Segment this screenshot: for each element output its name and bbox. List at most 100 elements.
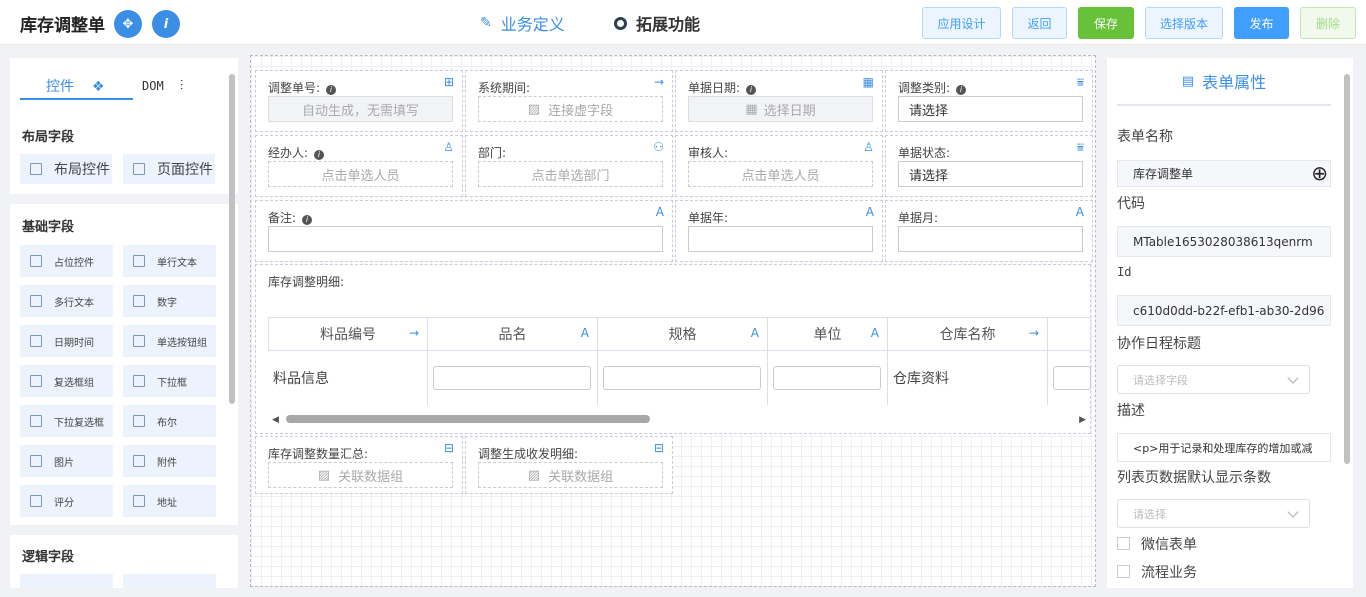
page-size-select[interactable]: 请选择 — [1117, 499, 1310, 528]
info-icon[interactable]: i — [746, 85, 757, 95]
tab-dom[interactable]: DOM ⫶ — [142, 66, 183, 100]
basic-control-item[interactable]: 图片 — [20, 445, 113, 477]
description-input[interactable]: <p>用于记录和处理库存的增加或减 — [1117, 433, 1331, 462]
column-header[interactable]: 料品编号 → — [268, 317, 428, 351]
cell-input[interactable] — [433, 366, 591, 390]
text-icon: A — [865, 205, 874, 219]
column-header[interactable]: 规格 A — [597, 317, 768, 351]
info-icon[interactable]: i — [302, 215, 313, 225]
form-field[interactable]: 单据日期: i ▦ ▦ 选择日期 — [675, 70, 883, 132]
form-field[interactable]: 系统期间: → ▨ 连接虚字段 — [465, 70, 673, 132]
chevron-down-icon — [1287, 506, 1299, 518]
nav-business-definition[interactable]: ✎ 业务定义 — [480, 11, 565, 35]
code-input[interactable]: MTable1653028038613qenrm — [1117, 226, 1331, 257]
select-version-button[interactable]: 选择版本 — [1145, 7, 1223, 39]
logic-item[interactable] — [20, 574, 113, 588]
field-input[interactable]: 请选择 — [898, 161, 1083, 187]
layout-control-item[interactable]: 布局控件 — [20, 154, 112, 184]
basic-control-item[interactable]: 下拉框 — [123, 365, 216, 397]
text-line-icon — [133, 255, 145, 267]
scroll-left-arrow-icon[interactable]: ◀ — [272, 415, 279, 425]
app-design-button[interactable]: 应用设计 — [922, 7, 1001, 39]
properties-panel: ▤ 表单属性 表单名称 库存调整单 ⊕ 代码 MTable1653028038613… — [1107, 58, 1353, 588]
globe-icon[interactable]: ⊕ — [1311, 161, 1328, 185]
info-icon[interactable]: i — [314, 150, 325, 160]
basic-control-item[interactable]: 下拉复选框 — [20, 405, 113, 437]
form-field[interactable]: 审核人: ♙ 点击单选人员 — [675, 135, 883, 197]
field-input[interactable] — [268, 226, 663, 252]
cell-input[interactable] — [1053, 366, 1091, 390]
top-bar: 库存调整单 ✥ i ✎ 业务定义 拓展功能 应用设计 返回 保存 选择版本 发布 … — [0, 0, 1366, 45]
scrollbar[interactable] — [229, 74, 235, 404]
basic-control-item[interactable]: 复选框组 — [20, 365, 113, 397]
basic-control-item[interactable]: 地址 — [123, 485, 216, 517]
form-field[interactable]: 单据月: A — [885, 200, 1093, 262]
back-button[interactable]: 返回 — [1012, 7, 1067, 39]
table-cell[interactable]: 仓库资料 — [887, 351, 1048, 405]
table-cell[interactable]: 料品信息 — [268, 351, 428, 405]
basic-control-item[interactable]: 数字 — [123, 285, 216, 317]
calendar-field-select[interactable]: 请选择字段 — [1117, 365, 1310, 394]
form-field[interactable]: 备注: i A — [255, 200, 673, 262]
column-header[interactable]: 仓库名称 → — [887, 317, 1048, 351]
page-control-item[interactable]: 页面控件 — [123, 154, 215, 184]
item-label: 单选按钮组 — [157, 337, 207, 349]
basic-control-item[interactable]: 日期时间 — [20, 325, 113, 357]
form-field[interactable]: 调整单号: i ⊞ 自动生成，无需填写 — [255, 70, 463, 132]
field-input[interactable]: 点击单选人员 — [268, 161, 453, 187]
nav-business-label: 业务定义 — [500, 15, 565, 34]
text-multi-icon — [30, 295, 42, 307]
column-header[interactable] — [1047, 317, 1091, 351]
horizontal-scrollbar[interactable] — [286, 415, 650, 423]
form-field[interactable]: 部门: ⚇ 点击单选部门 — [465, 135, 673, 197]
cell-input[interactable] — [603, 366, 761, 390]
info-icon[interactable]: i — [326, 85, 337, 95]
scrollbar[interactable] — [1344, 74, 1350, 464]
form-field[interactable]: 调整类别: i ⩸ 请选择 — [885, 70, 1093, 132]
field-input[interactable]: 请选择 — [898, 96, 1083, 122]
form-field[interactable]: 经办人: i ♙ 点击单选人员 — [255, 135, 463, 197]
basic-control-item[interactable]: 评分 — [20, 485, 113, 517]
field-input[interactable]: 点击单选人员 — [688, 161, 873, 187]
info-icon[interactable]: i — [956, 85, 967, 95]
image-icon — [30, 455, 42, 467]
field-input[interactable]: 自动生成，无需填写 — [268, 96, 453, 122]
form-field[interactable]: 单据年: A — [675, 200, 883, 262]
wechat-form-checkbox[interactable] — [1117, 537, 1130, 550]
form-field-detail[interactable]: 调整生成收发明细: ⊟ ▨ 关联数据组 — [465, 436, 673, 494]
save-button[interactable]: 保存 — [1078, 7, 1134, 39]
publish-button[interactable]: 发布 — [1234, 7, 1289, 39]
basic-control-item[interactable]: 多行文本 — [20, 285, 113, 317]
move-icon[interactable]: ✥ — [114, 10, 142, 38]
column-header[interactable]: 单位 A — [767, 317, 888, 351]
page-title: 库存调整单 — [20, 16, 105, 36]
form-field[interactable]: 单据状态: ⩸ 请选择 — [885, 135, 1093, 197]
field-input[interactable]: 点击单选部门 — [478, 161, 663, 187]
form-field-summary[interactable]: 库存调整数量汇总: ⊟ ▨ 关联数据组 — [255, 436, 463, 494]
logic-item[interactable] — [123, 574, 216, 588]
basic-control-item[interactable]: 附件 — [123, 445, 216, 477]
id-input[interactable]: c610d0dd-b22f-efb1-ab30-2d96 — [1117, 295, 1331, 326]
delete-button[interactable]: 删除 — [1300, 7, 1356, 39]
nav-extend-functions[interactable]: 拓展功能 — [614, 11, 700, 35]
field-input[interactable] — [688, 226, 873, 252]
item-label: 页面控件 — [157, 162, 213, 178]
workflow-checkbox[interactable] — [1117, 565, 1130, 578]
basic-control-item[interactable]: 布尔 — [123, 405, 216, 437]
related-group-input[interactable]: ▨ 关联数据组 — [478, 462, 663, 488]
basic-control-item[interactable]: 单行文本 — [123, 245, 216, 277]
basic-control-item[interactable]: 单选按钮组 — [123, 325, 216, 357]
related-group-input[interactable]: ▨ 关联数据组 — [268, 462, 453, 488]
info-icon[interactable]: i — [152, 10, 180, 38]
tab-controls[interactable]: 控件 ❖ — [20, 66, 133, 100]
field-label-text: 调整类别: — [898, 81, 951, 95]
basic-control-item[interactable]: 占位控件 — [20, 245, 113, 277]
cell-input[interactable] — [773, 366, 881, 390]
id-label: Id — [1117, 265, 1132, 279]
form-name-input[interactable]: 库存调整单 ⊕ — [1117, 160, 1331, 187]
column-header[interactable]: 品名 A — [427, 317, 598, 351]
scroll-right-arrow-icon[interactable]: ▶ — [1079, 415, 1086, 425]
field-input[interactable]: ▦ 选择日期 — [688, 96, 873, 122]
field-input[interactable] — [898, 226, 1083, 252]
field-input[interactable]: ▨ 连接虚字段 — [478, 96, 663, 122]
